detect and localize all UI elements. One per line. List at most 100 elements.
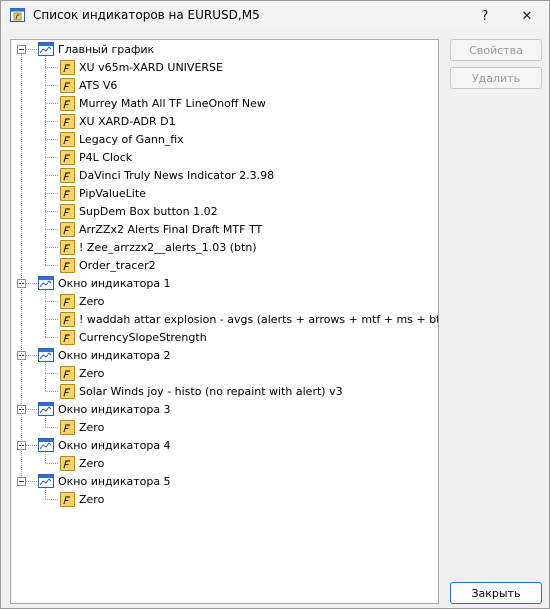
window-title: Список индикаторов на EURUSD,M5 xyxy=(33,8,260,22)
indicator-icon xyxy=(60,239,75,255)
tree-group[interactable]: Окно индикатора 5 xyxy=(38,472,171,490)
tree-indicator-label: XU v65m-XARD UNIVERSE xyxy=(79,60,223,74)
indicator-icon xyxy=(60,167,75,183)
tree-group-label: Окно индикатора 4 xyxy=(58,438,171,452)
chart-window-icon xyxy=(38,42,54,56)
tree-group-label: Окно индикатора 5 xyxy=(58,474,171,488)
tree-connector xyxy=(45,211,58,212)
tree-connector xyxy=(45,247,58,248)
close-window-button[interactable]: ✕ xyxy=(509,1,545,31)
tree-indicator[interactable]: XU v65m-XARD UNIVERSE xyxy=(60,58,223,76)
tree-connector xyxy=(26,481,37,482)
collapse-icon[interactable] xyxy=(17,477,26,486)
indicator-icon xyxy=(60,491,75,507)
close-button[interactable]: Закрыть xyxy=(450,582,542,604)
tree-indicator[interactable]: P4L Clock xyxy=(60,148,132,166)
tree-connector xyxy=(21,54,22,476)
tree-indicator-label: Murrey Math All TF LineOnoff New xyxy=(79,96,266,110)
tree-indicator[interactable]: CurrencySlopeStrength xyxy=(60,328,207,346)
tree-indicator-label: PipValueLite xyxy=(79,186,146,200)
tree-connector xyxy=(45,56,46,265)
tree-connector xyxy=(45,265,58,266)
tree-indicator-label: DaVinci Truly News Indicator 2.3.98 xyxy=(79,168,275,182)
tree-indicator-label: Legacy of Gann_fix xyxy=(79,132,184,146)
tree-indicator[interactable]: ! waddah attar explosion - avgs (alerts … xyxy=(60,310,439,328)
tree-indicator-label: ArrZZx2 Alerts Final Draft MTF TT xyxy=(79,222,263,236)
tree-indicator[interactable]: Zero xyxy=(60,490,104,508)
indicator-icon xyxy=(60,257,75,273)
tree-group-label: Главный график xyxy=(58,42,155,56)
tree-connector xyxy=(26,49,37,50)
indicator-icon xyxy=(60,311,75,327)
indicator-icon xyxy=(60,293,75,309)
tree-group[interactable]: Окно индикатора 1 xyxy=(38,274,171,292)
tree-connector xyxy=(26,409,37,410)
app-icon xyxy=(10,8,25,22)
tree-indicator-label: Solar Winds joy - histo (no repaint with… xyxy=(79,384,343,398)
tree-indicator[interactable]: XU XARD-ADR D1 xyxy=(60,112,176,130)
indicator-icon xyxy=(60,185,75,201)
tree-indicator[interactable]: Murrey Math All TF LineOnoff New xyxy=(60,94,266,112)
tree-connector xyxy=(45,452,46,463)
tree-group[interactable]: Главный график xyxy=(38,40,154,58)
tree-indicator-label: ! waddah attar explosion - avgs (alerts … xyxy=(79,312,439,326)
chart-window-icon xyxy=(38,276,54,290)
tree-indicator-label: P4L Clock xyxy=(79,150,133,164)
tree-indicator[interactable]: Legacy of Gann_fix xyxy=(60,130,184,148)
tree-connector xyxy=(45,463,58,464)
chart-window-icon xyxy=(38,474,54,488)
chart-window-icon xyxy=(38,438,54,452)
properties-button[interactable]: Свойства xyxy=(450,39,542,61)
tree-group[interactable]: Окно индикатора 3 xyxy=(38,400,171,418)
indicator-icon xyxy=(60,59,75,75)
tree-indicator[interactable]: Zero xyxy=(60,292,104,310)
tree-connector xyxy=(45,319,58,320)
tree-indicator[interactable]: Zero xyxy=(60,454,104,472)
tree-indicator-label: Zero xyxy=(79,366,105,380)
tree-connector xyxy=(45,157,58,158)
indicator-icon xyxy=(60,131,75,147)
tree-connector xyxy=(45,103,58,104)
tree-connector xyxy=(45,301,58,302)
tree-indicator[interactable]: DaVinci Truly News Indicator 2.3.98 xyxy=(60,166,274,184)
collapse-icon[interactable] xyxy=(17,45,26,54)
delete-button[interactable]: Удалить xyxy=(450,67,542,89)
indicator-tree[interactable]: Главный график XU v65m-XARD UNIVERSE ATS V… xyxy=(10,39,439,604)
tree-indicator[interactable]: ArrZZx2 Alerts Final Draft MTF TT xyxy=(60,220,262,238)
indicator-icon xyxy=(60,203,75,219)
help-button[interactable]: ? xyxy=(467,1,503,31)
tree-connector xyxy=(45,290,46,337)
tree-group-label: Окно индикатора 3 xyxy=(58,402,171,416)
tree-connector xyxy=(45,373,58,374)
indicator-icon xyxy=(60,419,75,435)
tree-connector xyxy=(45,427,58,428)
indicator-icon xyxy=(60,95,75,111)
indicator-icon xyxy=(60,113,75,129)
tree-group-label: Окно индикатора 2 xyxy=(58,348,171,362)
tree-connector xyxy=(45,391,58,392)
tree-connector xyxy=(45,175,58,176)
tree-indicator[interactable]: Order_tracer2 xyxy=(60,256,156,274)
tree-group[interactable]: Окно индикатора 2 xyxy=(38,346,171,364)
tree-connector xyxy=(45,121,58,122)
tree-indicator[interactable]: PipValueLite xyxy=(60,184,146,202)
tree-connector xyxy=(26,283,37,284)
tree-indicator[interactable]: Zero xyxy=(60,418,104,436)
tree-connector xyxy=(45,416,46,427)
tree-indicator[interactable]: Solar Winds joy - histo (no repaint with… xyxy=(60,382,343,400)
title-bar: Список индикаторов на EURUSD,M5 ? ✕ xyxy=(1,1,549,31)
tree-group[interactable]: Окно индикатора 4 xyxy=(38,436,171,454)
indicator-icon xyxy=(60,365,75,381)
tree-indicator[interactable]: ATS V6 xyxy=(60,76,117,94)
tree-indicator-label: XU XARD-ADR D1 xyxy=(79,114,176,128)
tree-connector xyxy=(45,85,58,86)
tree-indicator[interactable]: ! Zee_arrzzx2__alerts_1.03 (btn) xyxy=(60,238,257,256)
tree-indicator[interactable]: SupDem Box button 1.02 xyxy=(60,202,218,220)
tree-indicator[interactable]: Zero xyxy=(60,364,104,382)
indicator-icon xyxy=(60,221,75,237)
tree-connector xyxy=(45,229,58,230)
tree-indicator-label: ATS V6 xyxy=(79,78,118,92)
tree-indicator-label: Zero xyxy=(79,294,105,308)
indicator-icon xyxy=(60,383,75,399)
indicator-icon xyxy=(60,149,75,165)
